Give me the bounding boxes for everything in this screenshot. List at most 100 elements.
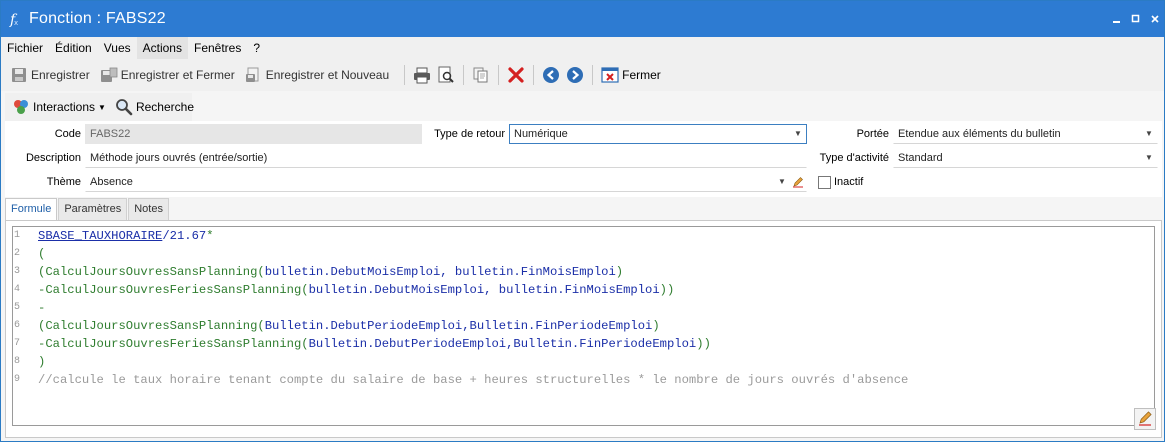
line-number: 6 [14, 320, 21, 331]
formula-panel: 1 SBASE_TAUXHORAIRE/21.67* 2( 3 (CalculJou… [5, 220, 1162, 438]
main-toolbar: Enregistrer Enregistrer et Fermer Enregi… [1, 59, 1164, 91]
chevron-down-icon[interactable]: ▼ [1141, 149, 1157, 167]
code-token[interactable]: SBASE_TAUXHORAIRE [38, 229, 162, 243]
menu-bar: Fichier Édition Vues Actions Fenêtres ? [1, 37, 1164, 59]
code-text: ( [38, 245, 45, 263]
save-close-button[interactable]: Enregistrer et Fermer [97, 63, 238, 87]
maximize-icon[interactable] [1126, 9, 1145, 29]
return-type-value: Numérique [514, 128, 568, 140]
code-token: Bulletin.DebutPeriodeEmploi,Bulletin.Fin… [264, 319, 653, 333]
chevron-down-icon[interactable]: ▼ [790, 125, 806, 143]
menu-actions[interactable]: Actions [136, 37, 188, 59]
theme-value: Absence [90, 176, 133, 188]
tab-parametres[interactable]: Paramètres [58, 198, 128, 220]
toolbar-separator [533, 65, 535, 85]
code-line: 2( [13, 245, 1154, 263]
line-number: 5 [14, 302, 21, 313]
secondary-toolbar: Interactions ▼ Recherche [5, 93, 194, 121]
code-token: (CalculJoursOuvresSansPlanning( [38, 319, 265, 333]
tab-notes[interactable]: Notes [128, 198, 169, 220]
print-preview-icon[interactable] [435, 64, 457, 86]
theme-select[interactable]: Absence ▼ [85, 172, 807, 192]
menu-fenetres[interactable]: Fenêtres [188, 37, 247, 59]
code-token: )) [659, 283, 675, 297]
code-token: - [38, 301, 46, 315]
save-close-label: Enregistrer et Fermer [120, 68, 235, 82]
code-text: //calcule le taux horaire tenant compte … [38, 371, 908, 389]
svg-text:x: x [14, 19, 18, 27]
window-title: Fonction : FABS22 [29, 10, 166, 27]
previous-icon[interactable] [540, 64, 562, 86]
close-form-icon [601, 66, 619, 84]
code-text: ) [38, 353, 45, 371]
tab-bar: Formule Paramètres Notes [5, 198, 170, 221]
toolbar-separator [592, 65, 594, 85]
code-token: ) [652, 319, 660, 333]
code-line: 3 (CalculJoursOuvresSansPlanning(bulletin… [13, 263, 1154, 281]
search-label: Recherche [135, 100, 194, 114]
chevron-down-icon[interactable]: ▼ [1141, 125, 1157, 143]
save-new-label: Enregistrer et Nouveau [265, 68, 390, 82]
inactive-checkbox[interactable] [818, 176, 831, 189]
menu-fichier[interactable]: Fichier [1, 37, 49, 59]
code-line: 6 (CalculJoursOuvresSansPlanning(Bulletin… [13, 317, 1154, 335]
code-line: 8) [13, 353, 1154, 371]
print-icon[interactable] [411, 64, 433, 86]
save-button[interactable]: Enregistrer [7, 63, 93, 87]
code-token: * [206, 229, 214, 243]
chevron-down-icon: ▼ [98, 102, 106, 112]
code-token: ) [38, 355, 46, 369]
activity-type-select[interactable]: Standard ▼ [893, 148, 1158, 168]
line-number: 1 [14, 230, 21, 241]
code-field[interactable]: FABS22 [85, 124, 422, 144]
function-window: fx Fonction : FABS22 Fichier Édition Vue… [0, 0, 1165, 442]
line-number: 7 [14, 338, 21, 349]
interactions-icon [12, 98, 30, 116]
close-label: Fermer [622, 68, 661, 82]
formula-editor[interactable]: 1 SBASE_TAUXHORAIRE/21.67* 2( 3 (CalculJou… [12, 226, 1155, 426]
scope-value: Etendue aux éléments du bulletin [898, 128, 1061, 140]
tab-formule[interactable]: Formule [5, 198, 58, 221]
code-token: bulletin.DebutMoisEmploi, bulletin.FinMo… [308, 283, 660, 297]
pencil-icon [1137, 410, 1153, 429]
copy-icon[interactable] [470, 64, 492, 86]
function-app-icon: fx [8, 11, 22, 27]
code-text: (CalculJoursOuvresSansPlanning(bulletin.… [38, 263, 623, 281]
edit-formula-button[interactable] [1134, 408, 1156, 430]
code-line: 4 -CalculJoursOuvresFeriesSansPlanning(bu… [13, 281, 1154, 299]
toolbar-separator [404, 65, 406, 85]
activity-type-label: Type d'activité [819, 152, 889, 164]
interactions-button[interactable]: Interactions ▼ [9, 95, 109, 119]
close-icon[interactable] [1145, 9, 1164, 29]
code-text: (CalculJoursOuvresSansPlanning(Bulletin.… [38, 317, 660, 335]
activity-type-value: Standard [898, 152, 943, 164]
search-button[interactable]: Recherche [112, 95, 197, 119]
delete-icon[interactable] [505, 64, 527, 86]
menu-help[interactable]: ? [247, 37, 266, 59]
line-number: 8 [14, 356, 21, 367]
code-token: (CalculJoursOuvresSansPlanning( [38, 265, 265, 279]
next-icon[interactable] [564, 64, 586, 86]
minimize-icon[interactable] [1107, 9, 1126, 29]
description-field[interactable]: Méthode jours ouvrés (entrée/sortie) [85, 148, 807, 168]
inactive-label: Inactif [834, 176, 864, 188]
code-token: )) [696, 337, 711, 351]
scope-select[interactable]: Etendue aux éléments du bulletin ▼ [893, 124, 1158, 144]
toolbar-separator [463, 65, 465, 85]
save-new-button[interactable]: Enregistrer et Nouveau [242, 63, 392, 87]
code-comment: //calcule le taux horaire tenant compte … [38, 373, 909, 387]
return-type-select[interactable]: Numérique ▼ [509, 124, 807, 144]
scope-label: Portée [856, 128, 889, 140]
menu-edition[interactable]: Édition [49, 37, 98, 59]
menu-vues[interactable]: Vues [98, 37, 137, 59]
floppy-disk-icon [10, 66, 28, 84]
edit-pencil-icon[interactable] [790, 173, 806, 191]
close-button[interactable]: Fermer [598, 63, 664, 87]
code-line: 1 SBASE_TAUXHORAIRE/21.67* [13, 227, 1154, 245]
line-number: 2 [14, 248, 21, 259]
save-label: Enregistrer [31, 68, 90, 82]
code-token: -CalculJoursOuvresFeriesSansPlanning( [38, 283, 309, 297]
function-form: Code FABS22 Type de retour Numérique ▼ P… [5, 121, 1162, 197]
chevron-down-icon[interactable]: ▼ [774, 173, 790, 191]
theme-label: Thème [46, 176, 81, 188]
